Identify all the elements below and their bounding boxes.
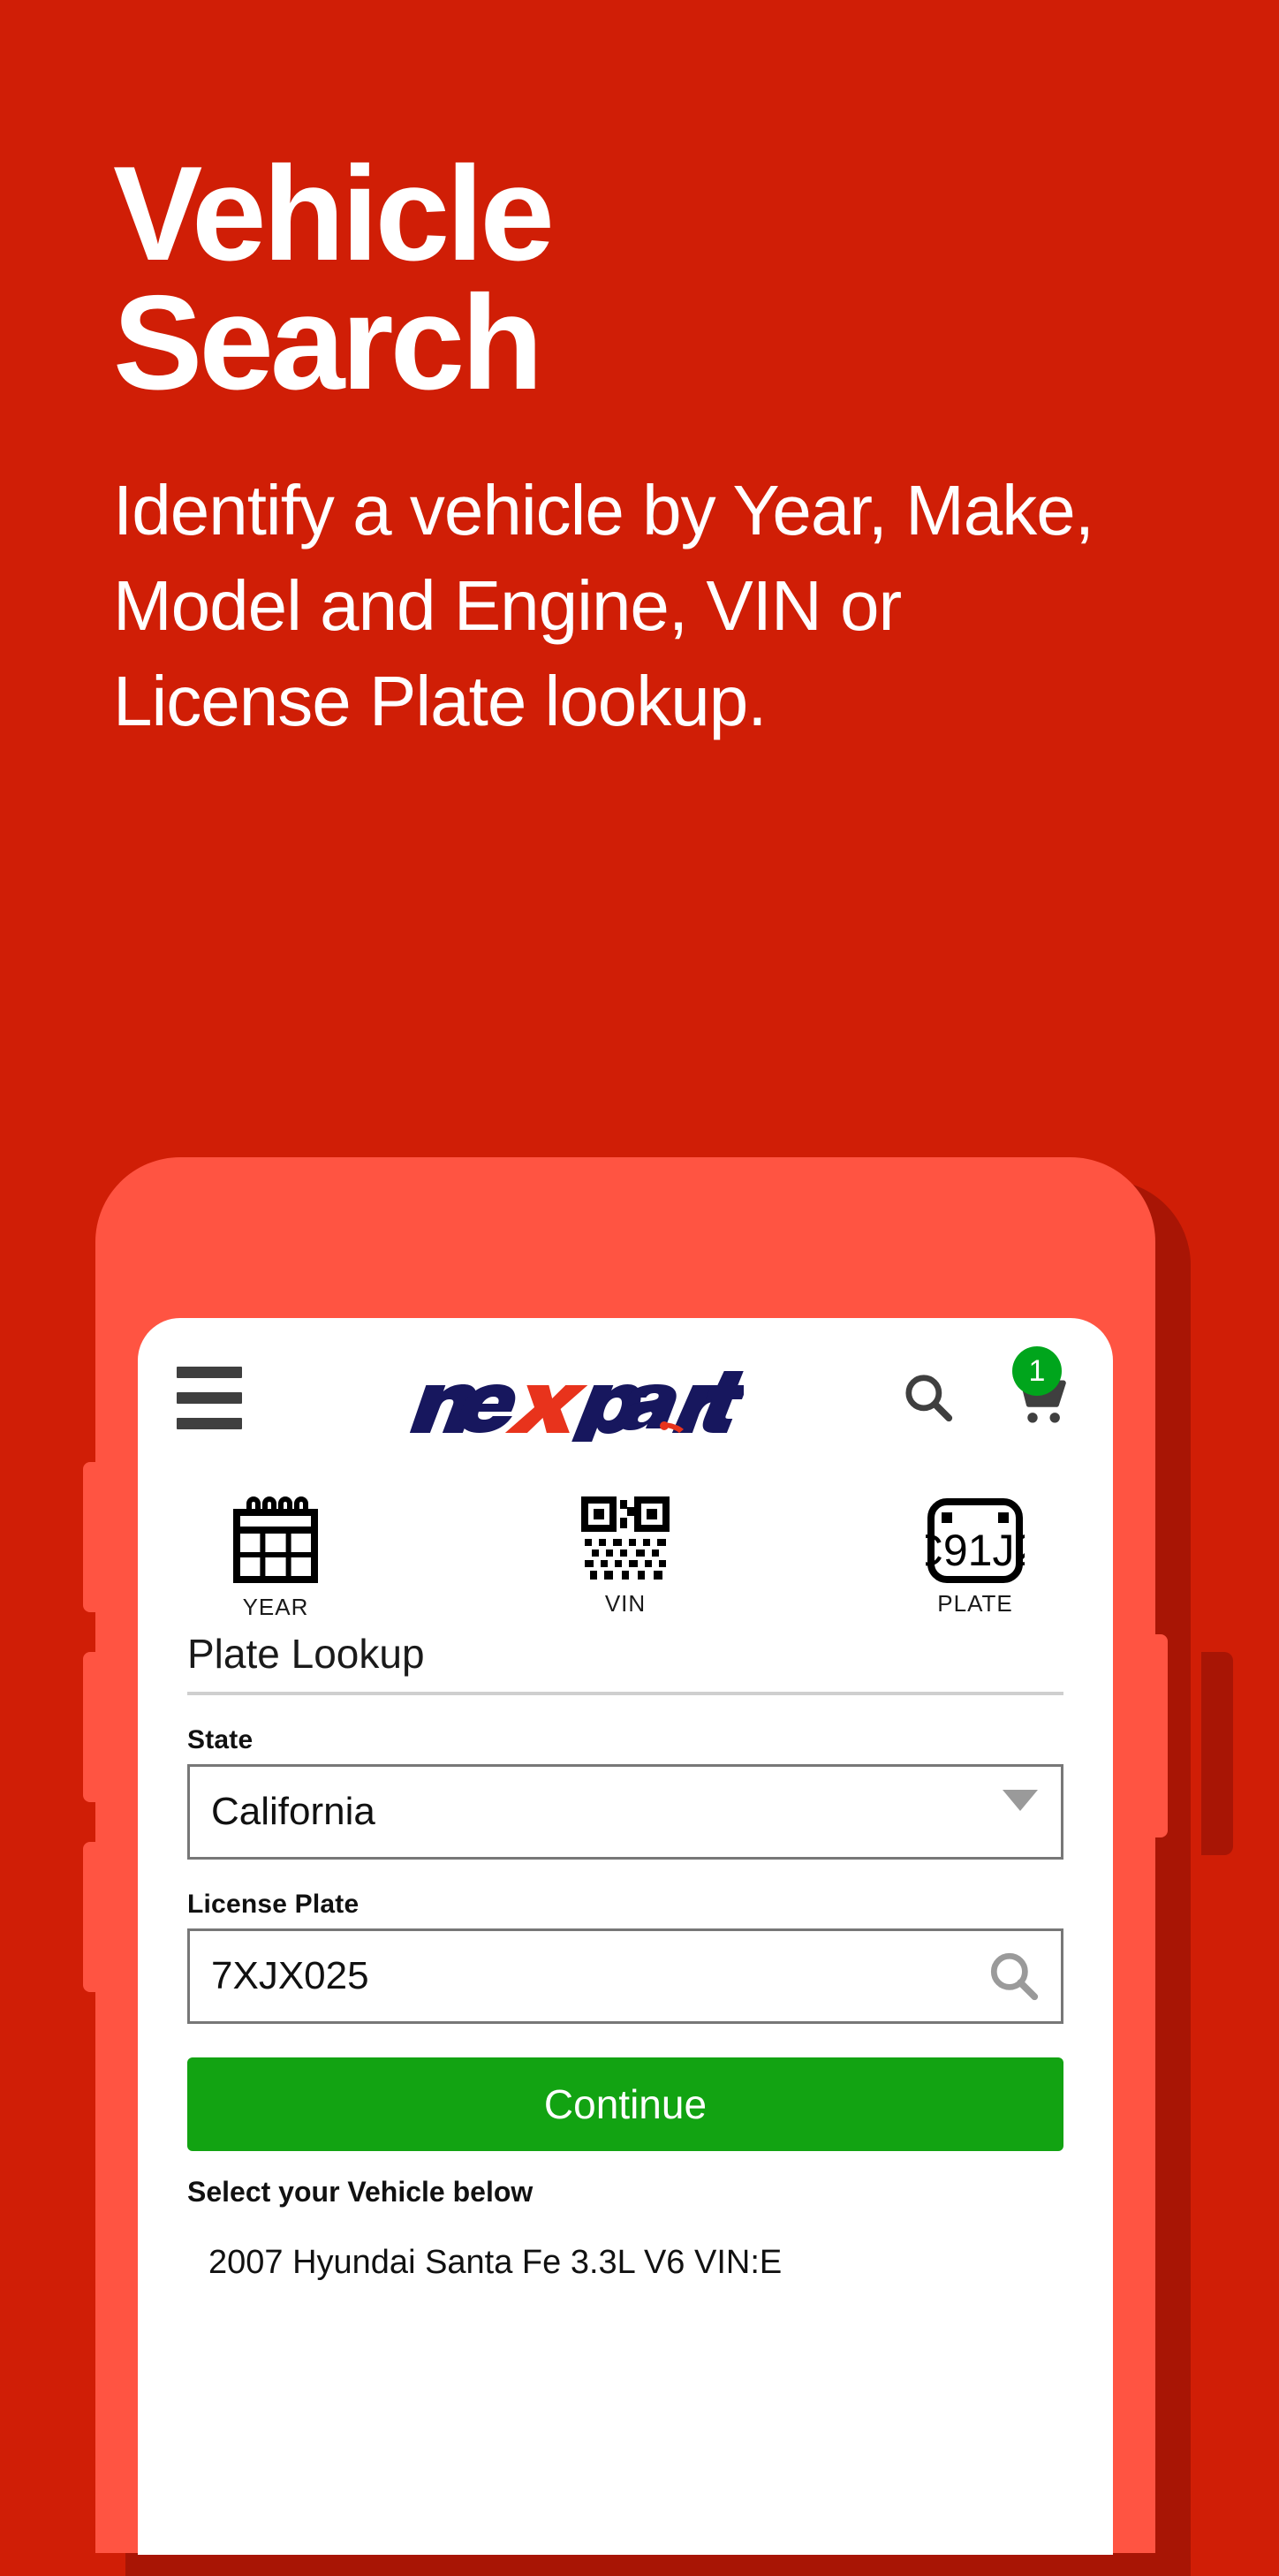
tab-year[interactable]: YEAR — [187, 1496, 364, 1621]
phone-volume-button-3 — [83, 1842, 101, 1992]
phone-power-button-shadow — [1201, 1652, 1233, 1855]
vehicle-result-item[interactable]: 2007 Hyundai Santa Fe 3.3L V6 VIN:E — [187, 2244, 1063, 2282]
phone-screen: 1 YEAR VIN 91J PLATE Plate Lookup State … — [138, 1318, 1113, 2555]
tab-plate[interactable]: C91J2 PLATE — [887, 1496, 1063, 1621]
cart-count-badge: 1 — [1012, 1346, 1062, 1396]
state-select[interactable]: California — [187, 1764, 1063, 1860]
tab-year-label: YEAR — [242, 1594, 309, 1620]
phone-volume-button-2 — [83, 1652, 101, 1802]
phone-frame: 1 YEAR VIN 91J PLATE Plate Lookup State … — [83, 1157, 1168, 2555]
tab-vin[interactable]: VIN — [537, 1496, 714, 1621]
hamburger-icon[interactable] — [177, 1366, 242, 1429]
page-title-line-1: Vehicle — [113, 139, 555, 289]
section-divider — [187, 1692, 1063, 1695]
license-plate-icon-text: C91J2 — [926, 1526, 1025, 1575]
tab-vin-label: VIN — [604, 1590, 647, 1617]
nexpart-logo-icon — [409, 1371, 744, 1442]
nexpart-logo[interactable] — [242, 1353, 901, 1442]
select-vehicle-hint: Select your Vehicle below — [187, 2176, 534, 2208]
shopping-cart-button[interactable]: 1 — [1007, 1346, 1074, 1429]
continue-button[interactable]: Continue — [187, 2057, 1063, 2151]
phone-power-button — [1150, 1634, 1168, 1837]
phone-mockup: 1 YEAR VIN 91J PLATE Plate Lookup State … — [83, 1157, 1233, 2576]
license-plate-input-value: 7XJX025 — [211, 1954, 369, 1997]
header-actions: 1 — [901, 1346, 1074, 1429]
tab-plate-label: PLATE — [937, 1590, 1013, 1617]
phone-volume-button-1 — [83, 1462, 101, 1612]
search-icon[interactable] — [987, 1949, 1041, 2004]
license-plate-input[interactable]: 7XJX025 — [187, 1928, 1063, 2024]
hero-section: Vehicle Search Identify a vehicle by Yea… — [113, 147, 1173, 749]
search-method-tabs: YEAR VIN 91J PLATE — [138, 1477, 1113, 1626]
section-title: Plate Lookup — [187, 1631, 425, 1677]
hamburger-bar-3 — [177, 1417, 242, 1429]
hero-description: Identify a vehicle by Year, Make, Model … — [113, 470, 1094, 740]
state-select-value: California — [211, 1790, 375, 1833]
app-header: 1 — [138, 1318, 1113, 1477]
license-plate-label: License Plate — [187, 1890, 359, 1919]
chevron-down-icon — [1003, 1790, 1038, 1811]
hamburger-bar-1 — [177, 1366, 242, 1378]
calendar-icon — [233, 1496, 318, 1583]
page-title: Vehicle Search — [113, 147, 1173, 410]
page-title-line-2: Search — [113, 267, 543, 418]
qr-code-icon — [581, 1496, 670, 1580]
search-icon[interactable] — [901, 1370, 956, 1425]
hamburger-bar-2 — [177, 1391, 242, 1404]
license-plate-icon: C91J2 — [926, 1498, 1025, 1583]
plate-lookup-form: State California License Plate 7XJX025 C… — [138, 1725, 1113, 2282]
state-label: State — [187, 1725, 254, 1754]
